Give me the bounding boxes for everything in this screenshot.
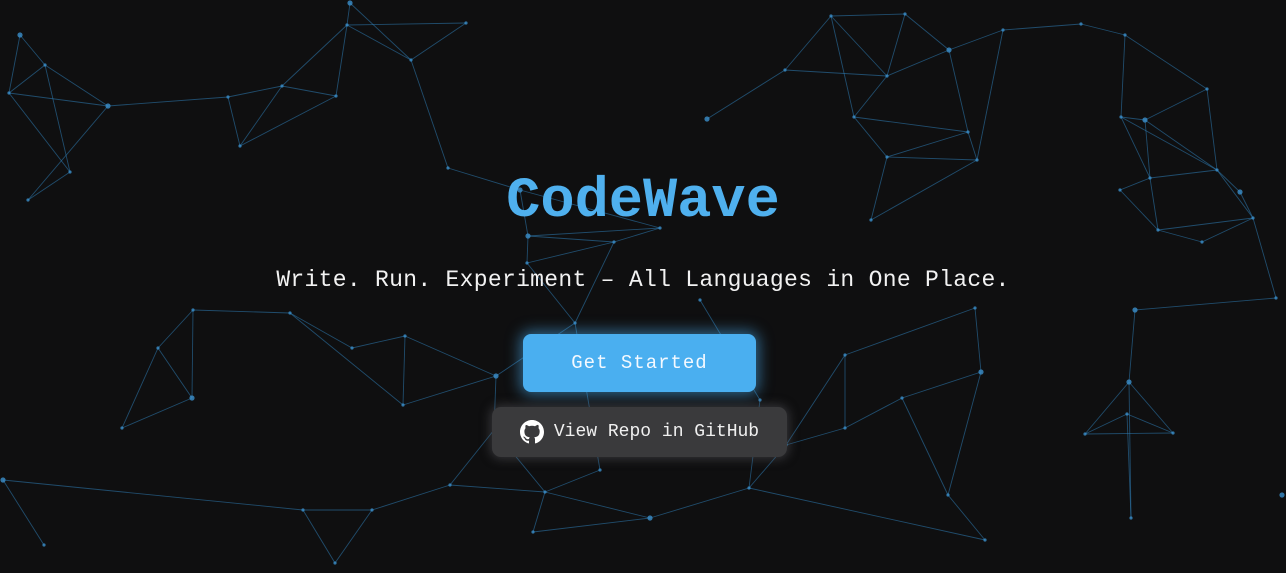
- hero-section: CodeWave Write. Run. Experiment – All La…: [0, 0, 1286, 573]
- github-icon: [519, 420, 544, 444]
- app-title: CodeWave: [506, 170, 780, 234]
- get-started-button[interactable]: Get Started: [523, 334, 756, 392]
- tagline: Write. Run. Experiment – All Languages i…: [276, 267, 1010, 293]
- view-repo-github-button[interactable]: View Repo in GitHub: [492, 407, 787, 457]
- get-started-label: Get Started: [571, 352, 708, 374]
- github-button-label: View Repo in GitHub: [553, 422, 760, 442]
- hero-content: CodeWave Write. Run. Experiment – All La…: [0, 0, 1286, 573]
